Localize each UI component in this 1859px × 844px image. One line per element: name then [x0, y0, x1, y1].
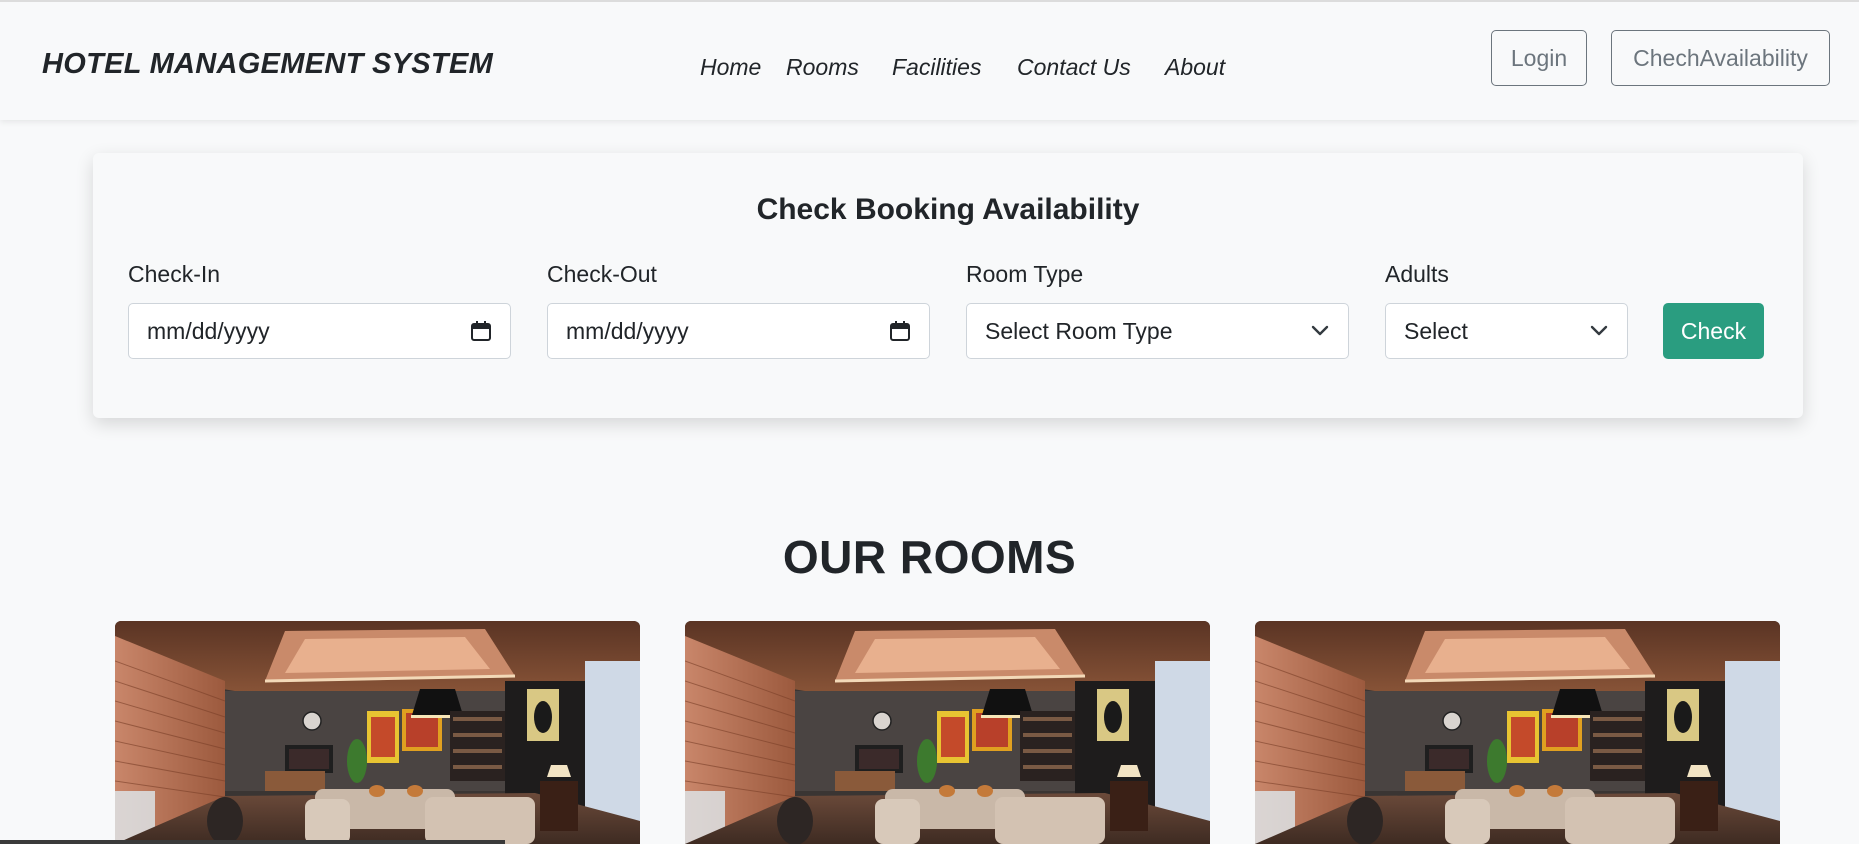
nav-link-contact-us[interactable]: Contact Us	[1017, 54, 1131, 81]
adults-label: Adults	[1385, 261, 1449, 287]
room-image[interactable]	[1255, 621, 1780, 844]
booking-availability-card: Check Booking Availability Check-In mm/d…	[93, 153, 1803, 418]
chevron-down-icon	[1311, 325, 1329, 336]
login-button[interactable]: Login	[1491, 30, 1587, 86]
checkin-placeholder: mm/dd/yyyy	[147, 317, 270, 344]
room-card[interactable]	[115, 621, 640, 844]
our-rooms-heading: OUR ROOMS	[782, 531, 1077, 583]
checkin-label: Check-In	[128, 261, 221, 287]
nav-link-home[interactable]: Home	[700, 54, 761, 81]
chevron-down-icon	[1590, 325, 1608, 336]
booking-card-title: Check Booking Availability	[756, 193, 1140, 226]
room-card[interactable]	[685, 621, 1210, 844]
adults-select[interactable]: Select	[1385, 303, 1628, 359]
nav-link-facilities[interactable]: Facilities	[892, 54, 981, 81]
check-availability-button[interactable]: ChechAvailability	[1611, 30, 1830, 86]
checkout-placeholder: mm/dd/yyyy	[566, 317, 689, 344]
horizontal-scrollbar[interactable]	[0, 840, 505, 844]
room-type-select[interactable]: Select Room Type	[966, 303, 1349, 359]
room-type-label: Room Type	[966, 261, 1084, 287]
room-card[interactable]	[1255, 621, 1780, 844]
checkout-date-input[interactable]: mm/dd/yyyy	[547, 303, 930, 359]
nav-link-rooms[interactable]: Rooms	[786, 54, 859, 81]
room-type-selected-value: Select Room Type	[985, 317, 1173, 344]
page: HOTEL MANAGEMENT SYSTEM Home Rooms Facil…	[0, 0, 1859, 844]
calendar-icon[interactable]	[470, 320, 492, 342]
room-image[interactable]	[685, 621, 1210, 844]
room-image[interactable]	[115, 621, 640, 844]
brand-logo-text[interactable]: HOTEL MANAGEMENT SYSTEM	[42, 48, 493, 81]
navbar: HOTEL MANAGEMENT SYSTEM Home Rooms Facil…	[0, 0, 1859, 120]
checkout-label: Check-Out	[547, 261, 657, 287]
calendar-icon[interactable]	[889, 320, 911, 342]
check-button[interactable]: Check	[1663, 303, 1764, 359]
adults-selected-value: Select	[1404, 317, 1468, 344]
checkin-date-input[interactable]: mm/dd/yyyy	[128, 303, 511, 359]
nav-link-about[interactable]: About	[1165, 54, 1225, 81]
